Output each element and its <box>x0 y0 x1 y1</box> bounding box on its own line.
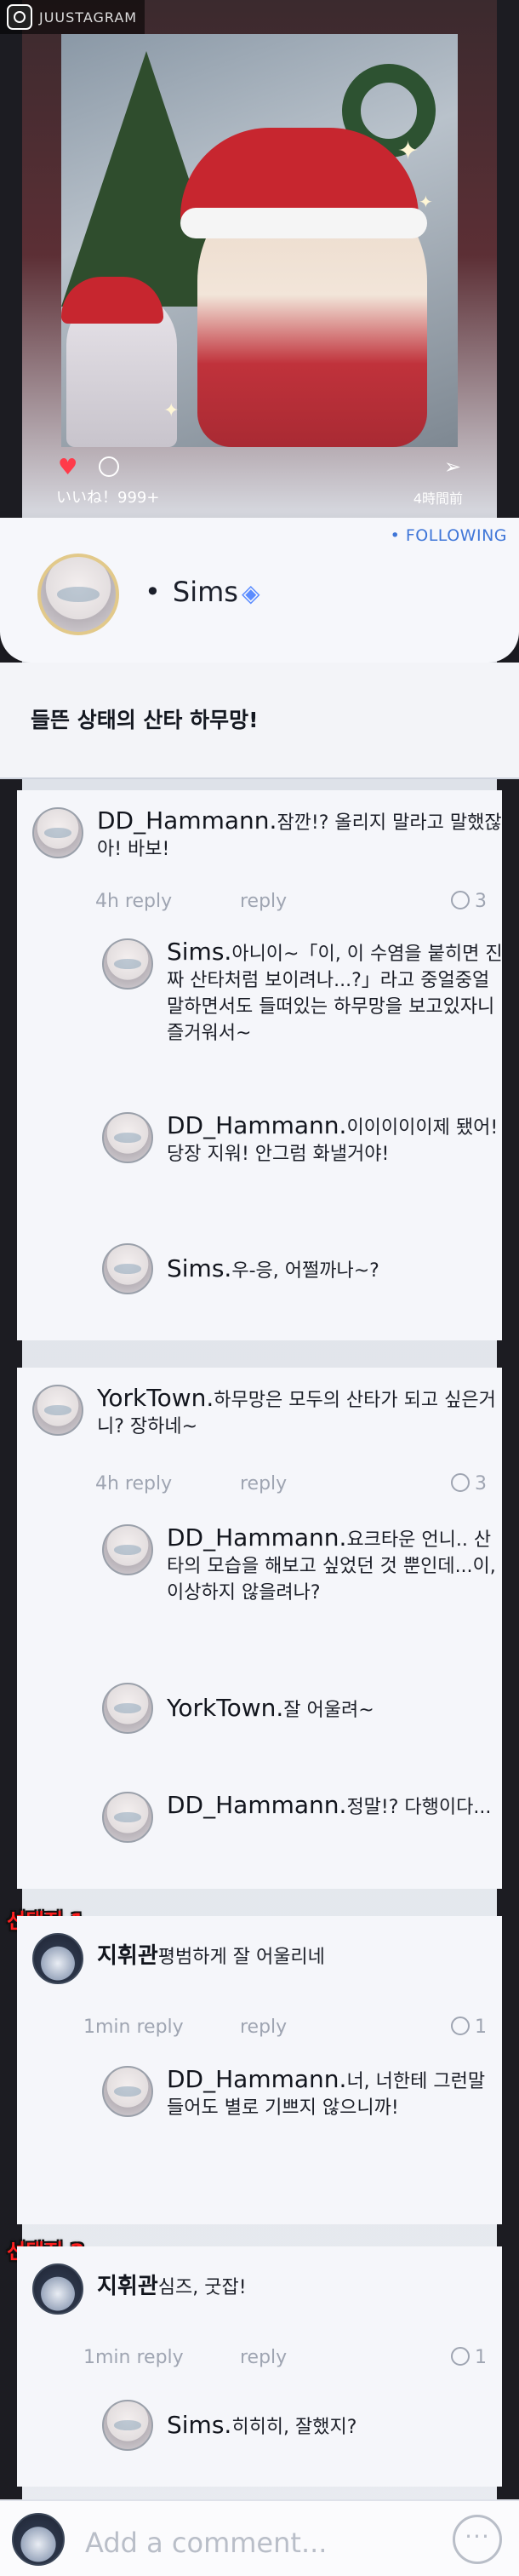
reply-text: 우-응, 어쩔까나~? <box>231 1260 379 1282</box>
following-button[interactable]: • FOLLOWING <box>391 526 507 545</box>
post-caption: 들뜬 상태의 산타 하무망! <box>31 708 259 732</box>
comment-text: 평범하게 잘 어울리네 <box>157 1947 325 1968</box>
reply-author[interactable]: DD_Hammann. <box>167 1791 346 1819</box>
avatar[interactable] <box>32 1933 83 1984</box>
comment: 지휘관평범하게 잘 어울리네 <box>32 1933 502 1984</box>
comment-meta: 4h reply reply 3 <box>95 1473 487 1499</box>
comment-author[interactable]: 지휘관 <box>97 2274 158 2299</box>
comment-thread: 지휘관평범하게 잘 어울리네 1min reply reply 1 DD_Ham… <box>17 1916 502 2224</box>
like-count: いいね！999+ <box>56 489 160 507</box>
reply-author[interactable]: DD_Hammann. <box>167 2065 346 2093</box>
comment: YorkTown.하무망은 모두의 산타가 되고 싶은거니? 장하네~ <box>32 1385 502 1461</box>
author-name[interactable]: Sims <box>145 576 238 608</box>
comment: 지휘관심즈, 굿잡! <box>32 2263 502 2315</box>
author-card: • FOLLOWING Sims ◈ <box>0 518 519 663</box>
comment-author[interactable]: YorkTown. <box>97 1384 214 1412</box>
sparkle-icon: ✦ <box>163 400 180 422</box>
reply-body: YorkTown.잘 어울려~ <box>167 1695 504 1724</box>
comment-meta: 1min reply reply 1 <box>83 2347 487 2372</box>
reply-count[interactable]: 1 <box>451 2347 487 2368</box>
comment-time: 1min reply <box>83 2347 184 2368</box>
comment-input-bar: Add a comment... ··· <box>0 2499 519 2576</box>
post-image[interactable]: ✦ ✦ ✦ <box>61 34 458 447</box>
reply-count[interactable]: 1 <box>451 2017 487 2038</box>
comment-body: 지휘관심즈, 굿잡! <box>97 2274 514 2301</box>
caption-box: 들뜬 상태의 산타 하무망! <box>0 663 519 779</box>
chat-bubble-icon[interactable]: ··· <box>453 2515 502 2564</box>
post-time: 4時間前 <box>413 491 463 507</box>
avatar[interactable] <box>32 807 83 858</box>
reply-text: 잘 어울려~ <box>283 1700 374 1721</box>
reply: Sims.우-응, 어쩔까나~? <box>102 1243 502 1294</box>
post-actions: ♥ いいね！999+ ➢ 4時間前 <box>51 451 468 511</box>
comment: DD_Hammann.잠깐!? 올리지 말라고 말했잖아! 바보! <box>32 807 502 892</box>
reply-button[interactable]: reply <box>240 1473 287 1495</box>
app-bar: JUUSTAGRAM <box>0 0 145 34</box>
avatar[interactable] <box>102 2400 153 2451</box>
comment-thread: 지휘관심즈, 굿잡! 1min reply reply 1 Sims.히히히, … <box>17 2246 502 2487</box>
author-avatar[interactable] <box>37 554 119 635</box>
reply-body: DD_Hammann.정말!? 다행이다... <box>167 1792 504 1821</box>
reply-body: DD_Hammann.요크타운 언니.. 산타의 모습을 해보고 싶었던 것 뿐… <box>167 1524 504 1606</box>
avatar[interactable] <box>102 1112 153 1163</box>
comment-author[interactable]: 지휘관 <box>97 1943 158 1969</box>
comment-thread: YorkTown.하무망은 모두의 산타가 되고 싶은거니? 장하네~ 4h r… <box>17 1368 502 1889</box>
reply-button[interactable]: reply <box>240 2017 287 2038</box>
reply-text: 정말!? 다행이다... <box>346 1797 492 1818</box>
reply-body: DD_Hammann.너, 너한테 그런말 들어도 별로 기쁘지 않으니까! <box>167 2066 504 2121</box>
reply-body: DD_Hammann.이이이이이제 됐어! 당장 지워! 안그럼 화낼거야! <box>167 1112 504 1168</box>
reply-body: Sims.히히히, 잘했지? <box>167 2412 504 2441</box>
reply-count[interactable]: 3 <box>451 891 487 912</box>
reply: Sims.히히히, 잘했지? <box>102 2400 502 2451</box>
reply: YorkTown.잘 어울려~ <box>102 1683 502 1734</box>
camera-logo-icon <box>7 4 32 30</box>
comment-text: 심즈, 굿잡! <box>157 2277 247 2298</box>
reply-count[interactable]: 3 <box>451 1473 487 1495</box>
avatar[interactable] <box>102 1792 153 1843</box>
reply-author[interactable]: Sims. <box>167 2411 231 2439</box>
comment-bubble-icon[interactable] <box>99 456 119 477</box>
heart-icon[interactable]: ♥ <box>58 455 77 480</box>
reply-author[interactable]: DD_Hammann. <box>167 1111 346 1139</box>
app-title: JUUSTAGRAM <box>39 9 138 26</box>
avatar[interactable] <box>32 2263 83 2315</box>
comment-thread: DD_Hammann.잠깐!? 올리지 말라고 말했잖아! 바보! 4h rep… <box>17 790 504 1340</box>
avatar[interactable] <box>32 1385 83 1436</box>
comment-meta: 4h reply reply 3 <box>95 891 487 916</box>
paper-plane-icon[interactable]: ➢ <box>444 455 461 479</box>
app-frame: JUUSTAGRAM ✦ ✦ ✦ ♥ いいね！999+ ➢ 4時間前 • FOL… <box>0 0 519 2576</box>
reply-text: 히히히, 잘했지? <box>231 2417 357 2438</box>
reply: DD_Hammann.이이이이이제 됐어! 당장 지워! 안그럼 화낼거야! <box>102 1112 502 1180</box>
comment-author[interactable]: DD_Hammann. <box>97 806 277 835</box>
reply: DD_Hammann.요크타운 언니.. 산타의 모습을 해보고 싶었던 것 뿐… <box>102 1524 502 1618</box>
reply-author[interactable]: Sims. <box>167 938 231 966</box>
comment-time: 4h reply <box>95 1473 173 1495</box>
sparkle-icon: ✦ <box>397 136 419 166</box>
comment-input[interactable]: Add a comment... <box>85 2527 327 2559</box>
avatar[interactable] <box>102 2066 153 2117</box>
comment-body: YorkTown.하무망은 모두의 산타가 되고 싶은거니? 장하네~ <box>97 1385 514 1440</box>
avatar[interactable] <box>102 1683 153 1734</box>
reply: DD_Hammann.정말!? 다행이다... <box>102 1792 502 1860</box>
comment-meta: 1min reply reply 1 <box>83 2017 487 2042</box>
user-avatar <box>12 2513 65 2566</box>
avatar[interactable] <box>102 1524 153 1575</box>
comment-time: 4h reply <box>95 891 173 912</box>
reply: Sims.아니이~「이, 이 수염을 붙히면 진짜 산타처럼 보이려나...?」… <box>102 938 504 1066</box>
verified-badge-icon: ◈ <box>242 579 260 607</box>
reply-body: Sims.우-응, 어쩔까나~? <box>167 1255 504 1284</box>
reply: DD_Hammann.너, 너한테 그런말 들어도 별로 기쁘지 않으니까! <box>102 2066 502 2134</box>
reply-author[interactable]: Sims. <box>167 1254 231 1282</box>
reply-button[interactable]: reply <box>240 891 287 912</box>
reply-button[interactable]: reply <box>240 2347 287 2368</box>
reply-author[interactable]: DD_Hammann. <box>167 1523 346 1552</box>
comment-time: 1min reply <box>83 2017 184 2038</box>
reply-body: Sims.아니이~「이, 이 수염을 붙히면 진짜 산타처럼 보이려나...?」… <box>167 938 504 1047</box>
sparkle-icon: ✦ <box>419 192 433 212</box>
avatar[interactable] <box>102 1243 153 1294</box>
avatar[interactable] <box>102 938 153 990</box>
comment-body: DD_Hammann.잠깐!? 올리지 말라고 말했잖아! 바보! <box>97 807 514 863</box>
comment-body: 지휘관평범하게 잘 어울리네 <box>97 1943 514 1971</box>
reply-author[interactable]: YorkTown. <box>167 1694 283 1722</box>
